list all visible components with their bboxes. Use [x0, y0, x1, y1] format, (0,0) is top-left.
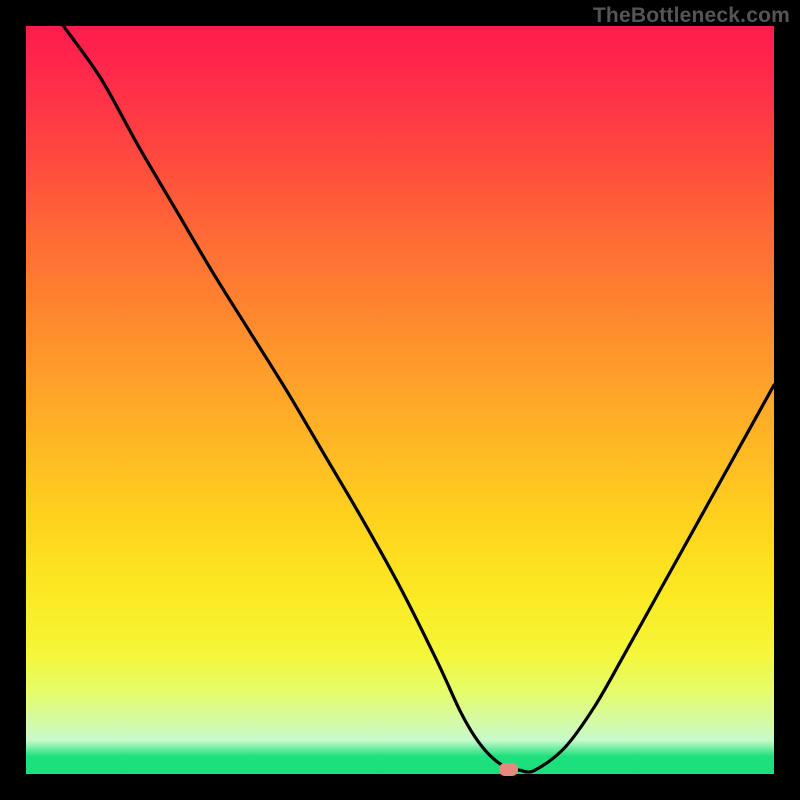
optimal-marker	[499, 763, 518, 776]
bottleneck-curve	[26, 26, 774, 774]
watermark-text: TheBottleneck.com	[593, 4, 790, 28]
plot-area	[26, 26, 774, 774]
chart-frame: TheBottleneck.com	[0, 0, 800, 800]
